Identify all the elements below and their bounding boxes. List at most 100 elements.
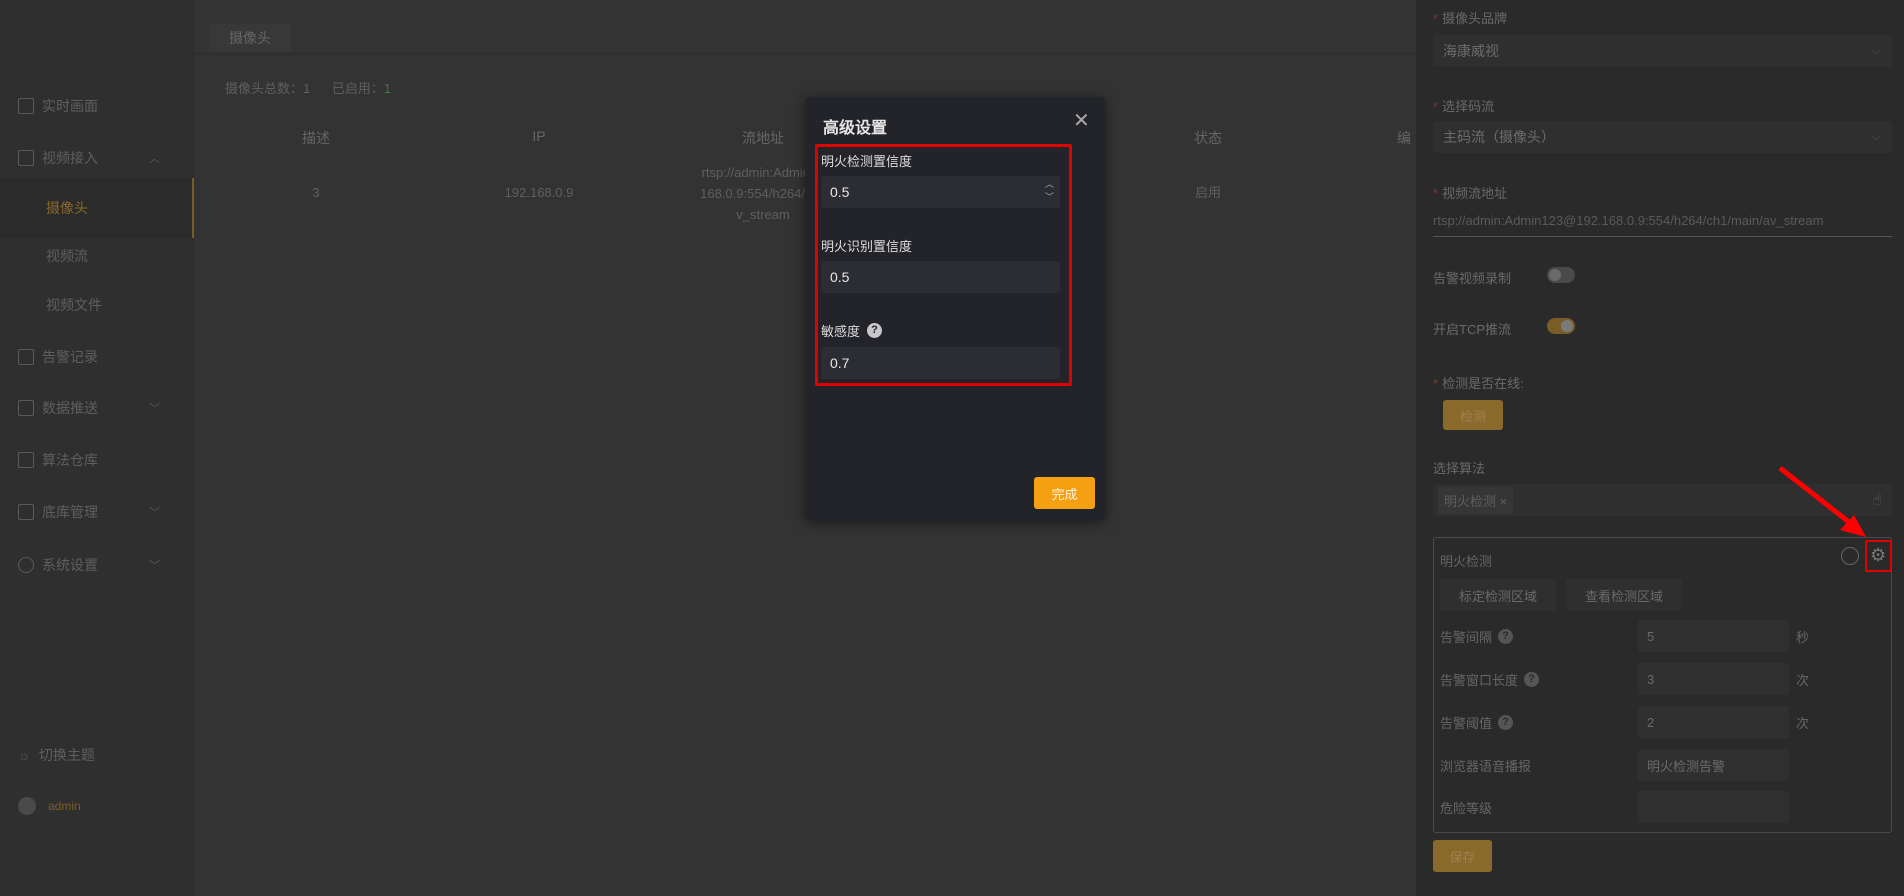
chevron-down-icon: ⌵ [1871,130,1880,143]
gear-icon [18,557,34,573]
monitor-download-icon [18,150,34,166]
url-input[interactable]: rtsp://admin:Admin123@192.168.0.9:554/h2… [1433,213,1892,237]
sun-icon: ☼ [18,747,31,763]
chevron-down-icon: ﹀ [149,403,160,415]
red-arrow-annotation [1778,466,1866,537]
theme-toggle[interactable]: ☼ 切换主题 [0,735,194,775]
voice-broadcast-label: 浏览器语音播报 [1440,759,1532,774]
stream-type-select[interactable]: 主码流（摄像头） ⌵ [1433,121,1892,153]
cell-desc: 3 [312,185,320,200]
alarm-threshold-input[interactable]: 2 [1638,706,1789,738]
alarm-interval-label: 告警间隔? [1440,627,1514,646]
monitor-chart-icon [18,98,34,114]
sidebar-item-label: 实时画面 [42,98,98,114]
tab-bar-divider [195,52,1416,55]
check-online-button[interactable]: 检测 [1443,400,1503,430]
chevron-up-icon: ︿ [149,153,160,165]
sidebar-item-label: 视频接入 [42,150,98,166]
sidebar-item-label: 视频文件 [46,297,102,313]
camera-edit-panel: *摄像头品牌 海康威视⌵ *选择码流 主码流（摄像头）⌵ *rtsp://adm… [1416,0,1904,896]
close-icon[interactable]: × [1500,494,1508,509]
username: admin [48,799,81,813]
record-toggle[interactable] [1547,267,1575,283]
sidebar-item-algorithm-store[interactable]: 算法仓库 [0,440,194,480]
number-stepper[interactable]: ︿ ﹀ [1045,178,1054,204]
total-label: 摄像头总数： [225,81,304,96]
cell-status: 启用 [1194,185,1221,200]
sidebar-item-alarm-records[interactable]: 告警记录 [0,337,194,377]
total-count: 1 [303,81,311,96]
document-icon [18,349,34,365]
url-label: *rtsp://admin:Admin123@192.168.0.9:554/h… [1433,186,1508,201]
stream-type-label: * 选择码流 [1433,99,1495,114]
sidebar-item-label: 数据推送 [42,400,98,416]
enabled-label: 已启用： [331,81,384,96]
alarm-interval-input[interactable]: 5 [1638,620,1789,652]
tcp-toggle[interactable] [1547,318,1575,334]
alarm-window-input[interactable]: 3 [1638,663,1789,695]
algorithm-icon [18,452,34,468]
sidebar-item-label: 系统设置 [42,557,98,573]
sidebar-item-camera[interactable]: 摄像头 [0,178,194,238]
fire-recognize-confidence-input[interactable]: 0.5 [821,261,1060,293]
fire-detect-confidence-input[interactable]: 0.5 ︿ ﹀ [821,176,1060,208]
sensitivity-label: 敏感度? [821,321,883,340]
sidebar-item-video-file[interactable]: 视频文件 [0,285,194,325]
col-header-status: 状态 [1194,130,1222,146]
danger-level-label: 危险等级 [1440,801,1493,816]
chart-bar-icon [18,400,34,416]
help-icon: ? [1498,715,1514,730]
fire-recognize-confidence-label: 明火识别置信度 [821,239,913,254]
sidebar-item-label: 算法仓库 [42,452,98,468]
online-label: * 检测是否在线: [1433,376,1524,391]
close-icon[interactable]: ✕ [1073,108,1090,133]
tcp-label: 开启TCP推流 [1433,322,1512,337]
sidebar-item-library[interactable]: 底库管理 ﹀ [0,492,194,532]
done-button[interactable]: 完成 [1034,477,1095,509]
col-header-edit: 编 [1397,130,1411,146]
algorithm-tag: 明火检测 × [1438,486,1514,514]
enabled-count: 1 [383,81,392,96]
view-region-button[interactable]: 查看检测区域 [1566,579,1682,611]
alarm-window-label: 告警窗口长度? [1440,670,1540,689]
sidebar-item-data-push[interactable]: 数据推送 ﹀ [0,388,194,428]
advanced-settings-dialog: 高级设置 ✕ 明火检测置信度 0.5 ︿ ﹀ 明火识别置信度 0.5 敏感度? 0.… [805,97,1105,520]
help-icon: ? [1498,629,1514,644]
brand-select[interactable]: 海康威视 ⌵ [1433,35,1892,67]
mark-region-button[interactable]: 标定检测区域 [1440,579,1556,611]
sidebar-item-video-stream[interactable]: 视频流 [0,236,194,276]
cube-icon [18,504,34,520]
col-header-desc: 描述 [302,130,330,146]
col-header-stream: 流地址 [742,130,784,146]
help-icon[interactable]: ? [867,323,883,338]
camera-stats: 摄像头总数：1 已启用：1 [225,78,391,97]
algorithm-label: 选择算法 [1433,461,1486,476]
sidebar-item-label: 底库管理 [42,504,98,520]
algorithm-card: 明火检测 ⚙ 标定检测区域 查看检测区域 告警间隔? 5 秒 告警窗口长度? 3… [1433,537,1892,833]
chevron-down-icon: ⌵ [1871,44,1880,57]
tab-camera[interactable]: 摄像头 [209,24,291,52]
alarm-threshold-label: 告警阈值? [1440,713,1514,732]
sidebar-item-video-input[interactable]: 视频接入 ︿ [0,138,194,178]
sidebar-item-settings[interactable]: 系统设置 ﹀ [0,545,194,585]
sidebar-item-label: 告警记录 [42,349,98,365]
fire-detect-confidence-label: 明火检测置信度 [821,154,913,169]
sidebar-item-label: 摄像头 [46,200,88,216]
sidebar-item-realtime[interactable]: 实时画面 [0,86,194,126]
sensitivity-input[interactable]: 0.7 [821,347,1060,379]
brand-label: * 摄像头品牌 [1433,11,1508,26]
chevron-down-icon: ﹀ [149,560,160,572]
unit: 次 [1796,673,1810,688]
danger-level-input[interactable] [1638,791,1789,823]
avatar [18,797,36,815]
theme-toggle-label: 切换主题 [38,747,95,763]
help-icon: ? [1524,672,1540,687]
save-button[interactable]: 保存 [1433,840,1492,872]
unit: 次 [1796,716,1810,731]
record-label: 告警视频录制 [1433,271,1512,286]
dialog-title: 高级设置 [823,120,888,137]
col-header-ip: IP [532,128,546,144]
sidebar-item-label: 视频流 [46,248,88,264]
voice-broadcast-input[interactable]: 明火检测告警 [1638,749,1789,781]
user-menu[interactable]: admin [0,786,194,826]
